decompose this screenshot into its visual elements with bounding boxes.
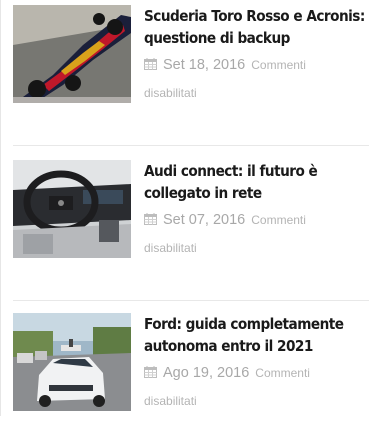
post-divider	[13, 300, 369, 301]
calendar-icon	[144, 58, 157, 70]
car-interior-image	[13, 160, 131, 258]
comments-status: disabilitati	[144, 86, 197, 100]
autonomous-car-image	[13, 313, 131, 411]
comments-label: Commenti	[251, 213, 306, 227]
post-meta: Set 18, 2016 Commenti disabilitati	[144, 55, 369, 103]
post-divider	[13, 145, 369, 146]
left-border	[0, 0, 1, 416]
post-thumbnail-car-interior[interactable]	[13, 160, 131, 258]
calendar-icon	[144, 213, 157, 225]
comments-label: Commenti	[255, 366, 310, 380]
comments-label: Commenti	[251, 58, 306, 72]
post-date: Set 07, 2016	[163, 212, 246, 228]
comments-status: disabilitati	[144, 241, 197, 255]
post-date: Set 18, 2016	[163, 57, 246, 73]
post-item: Ford: guida completamente autonoma entro…	[13, 313, 369, 433]
comments-status: disabilitati	[144, 394, 197, 408]
post-title[interactable]: Audi connect: il futuro è collegato in r…	[144, 160, 369, 204]
post-item: Scuderia Toro Rosso e Acronis: questione…	[13, 5, 369, 125]
post-meta: Ago 19, 2016 Commenti disabilitati	[144, 363, 369, 411]
post-date: Ago 19, 2016	[163, 365, 250, 381]
post-meta: Set 07, 2016 Commenti disabilitati	[144, 210, 369, 258]
post-thumbnail-autonomous-car[interactable]	[13, 313, 131, 411]
post-title[interactable]: Ford: guida completamente autonoma entro…	[144, 313, 369, 357]
calendar-icon	[144, 366, 157, 378]
post-thumbnail-race-car[interactable]	[13, 5, 131, 103]
race-car-image	[13, 5, 131, 103]
post-title[interactable]: Scuderia Toro Rosso e Acronis: questione…	[144, 5, 369, 49]
post-item: Audi connect: il futuro è collegato in r…	[13, 160, 369, 280]
